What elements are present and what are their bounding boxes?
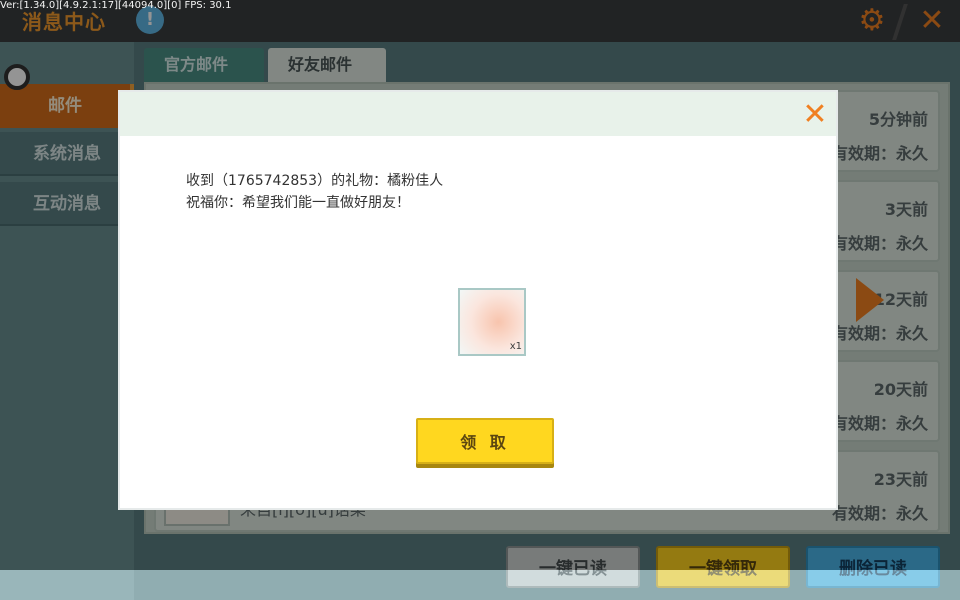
blessing-message: 祝福你：希望我们能一直做好朋友！ bbox=[186, 195, 410, 211]
close-icon[interactable]: ✕ bbox=[798, 98, 832, 132]
claim-button[interactable]: 领 取 bbox=[416, 418, 554, 464]
gift-item-slot[interactable]: x1 bbox=[458, 288, 526, 356]
bottom-strip bbox=[0, 570, 960, 600]
dialog-header bbox=[120, 92, 836, 136]
gift-dialog: ✕ 收到（1765742853）的礼物：橘粉佳人 祝福你：希望我们能一直做好朋友… bbox=[118, 90, 838, 510]
gift-count: x1 bbox=[509, 341, 522, 352]
debug-overlay: Ver:[1.34.0][4.9.2.1:17][44094.0][0] FPS… bbox=[0, 0, 232, 11]
gift-message: 收到（1765742853）的礼物：橘粉佳人 bbox=[186, 173, 444, 189]
